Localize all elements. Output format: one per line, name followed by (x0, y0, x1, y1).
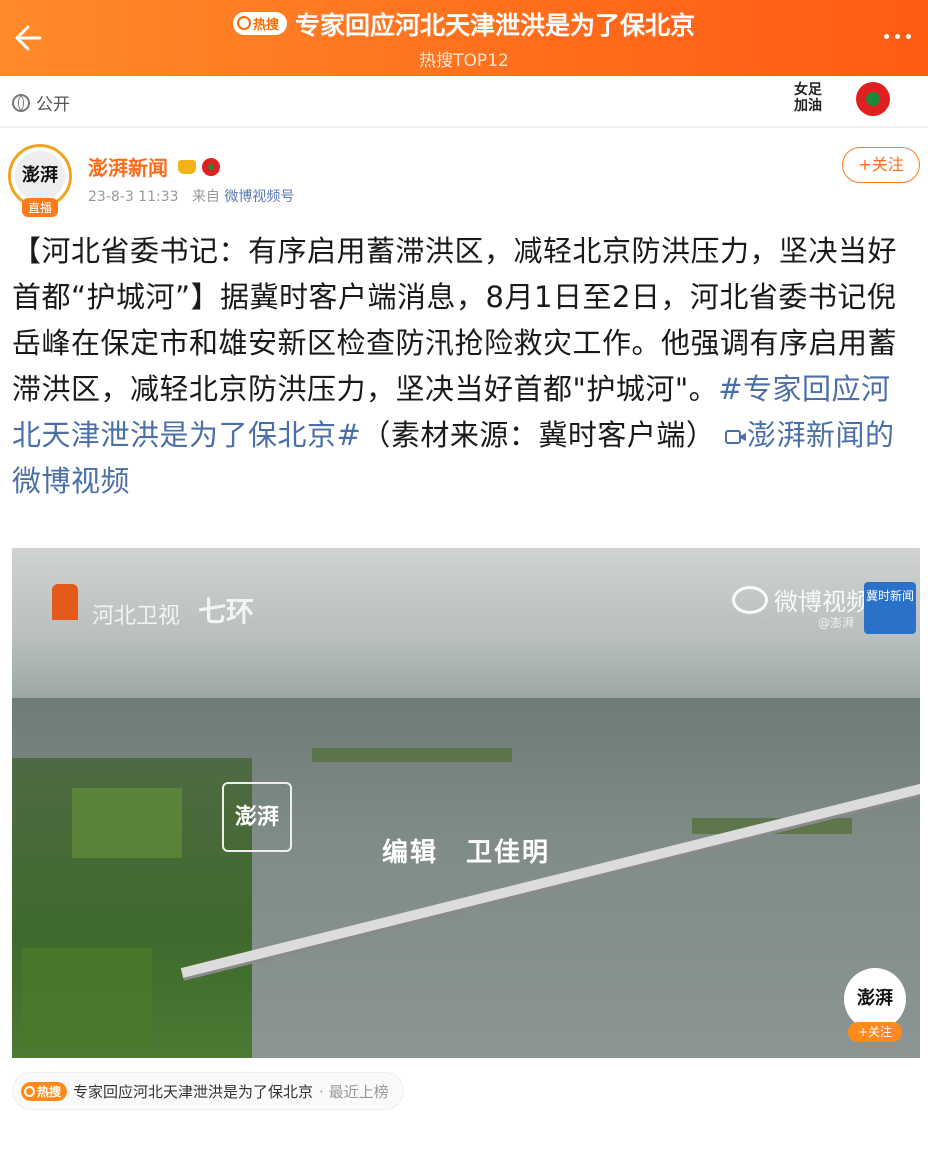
post-meta: 23-8-3 11:33 来自 微博视频号 (88, 186, 294, 206)
video-field (72, 788, 182, 858)
globe-icon (12, 93, 30, 112)
divider (0, 126, 928, 128)
top-bar: 热搜 专家回应河北天津泄洪是为了保北京 热搜TOP12 (0, 0, 928, 76)
video-player[interactable]: 河北卫视 七环 微博视频号 @澎湃 冀时新闻 澎湃 编辑 卫佳明 澎湃 +关注 (12, 548, 920, 1058)
sticker-text-1: 女足 (794, 82, 822, 98)
weibo-icon (732, 585, 768, 614)
channel-logo: 河北卫视 (92, 604, 181, 629)
source-note: （素材来源：冀时客户端） (361, 418, 716, 452)
author-name[interactable]: 澎湃新闻 (88, 152, 168, 181)
video-field (22, 948, 152, 1048)
program-logo: 七环 (198, 595, 255, 628)
hot-topic-suffix: · 最近上榜 (319, 1082, 389, 1101)
topic-title-row[interactable]: 热搜 专家回应河北天津泄洪是为了保北京 (0, 6, 928, 42)
hot-search-badge: 热搜 (232, 11, 287, 35)
sticker-text-2: 加油 (794, 98, 822, 114)
avatar-text: 澎湃 (15, 151, 65, 201)
search-icon (236, 16, 251, 30)
crown-icon (178, 159, 196, 174)
center-logo: 澎湃 (222, 782, 292, 852)
hot-topic-chip[interactable]: 热搜 专家回应河北天津泄洪是为了保北京 · 最近上榜 (12, 1072, 404, 1110)
post-source[interactable]: 微博视频号 (224, 189, 294, 205)
privacy-indicator: 公开 (12, 90, 70, 115)
live-badge: 直播 (22, 198, 59, 217)
hot-search-badge: 热搜 (21, 1081, 68, 1101)
video-icon (725, 430, 747, 444)
flower-icon (856, 82, 890, 116)
topic-rank: 热搜TOP12 (419, 51, 509, 71)
privacy-label: 公开 (36, 95, 70, 115)
event-sticker[interactable]: 女足 加油 (786, 78, 906, 124)
float-avatar[interactable]: 澎湃 (844, 968, 906, 1030)
post-text: 【河北省委书记：有序启用蓄滞洪区，减轻北京防洪压力，坚决当好首都“护城河”】据冀… (12, 228, 918, 504)
video-field (312, 748, 512, 762)
from-label: 来自 (191, 189, 220, 205)
post-time: 23-8-3 11:33 (88, 189, 179, 205)
corner-badge: 冀时新闻 (864, 582, 916, 634)
topic-title: 专家回应河北天津泄洪是为了保北京 (295, 11, 696, 40)
more-dots-icon[interactable] (880, 22, 916, 52)
hebei-tv-logo-icon (52, 584, 78, 620)
watermark-handle: @澎湃 (818, 616, 855, 630)
author-name-row[interactable]: 澎湃新闻 (88, 152, 220, 181)
search-icon (24, 1085, 35, 1097)
hot-topic-text: 专家回应河北天津泄洪是为了保北京 (73, 1082, 314, 1101)
flower-badge-icon (202, 157, 220, 176)
editor-credit: 编辑 卫佳明 (382, 838, 551, 868)
float-follow-button[interactable]: +关注 (848, 1022, 902, 1042)
follow-button[interactable]: +关注 (842, 147, 920, 183)
